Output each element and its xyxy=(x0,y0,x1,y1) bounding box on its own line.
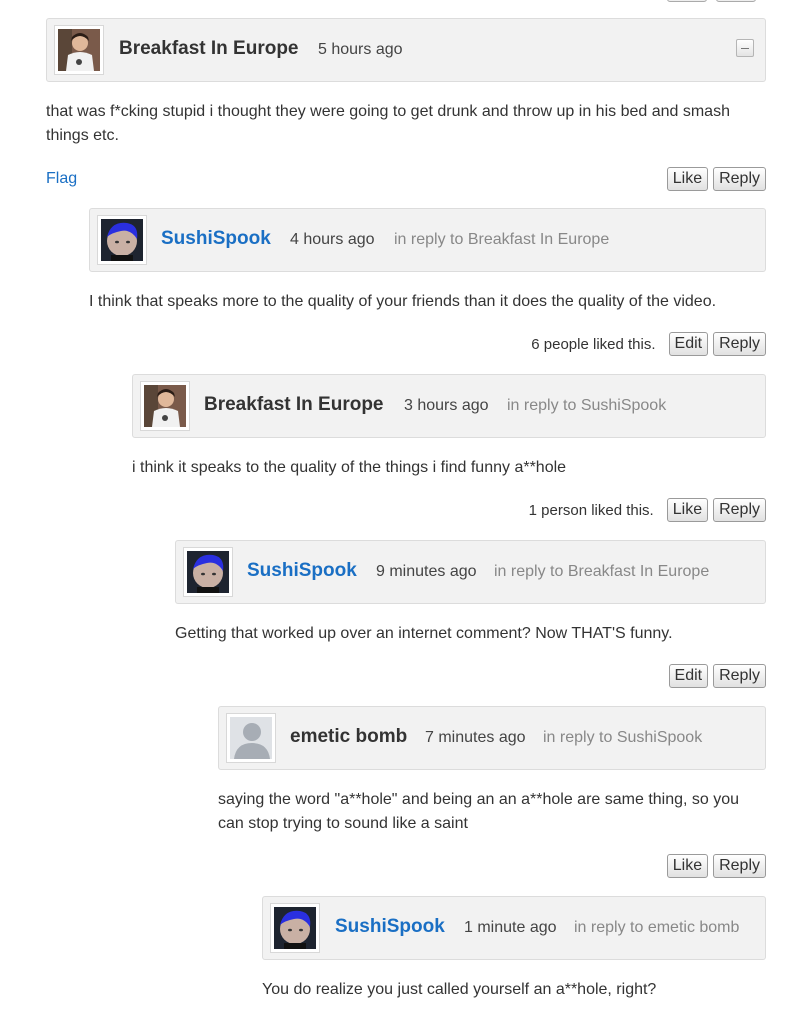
flag-link[interactable]: Flag xyxy=(46,170,77,188)
photo-avatar-sushi[interactable] xyxy=(97,215,147,265)
comment-header: Breakfast In Europe 5 hours ago xyxy=(46,18,766,82)
comment-time: 1 minute ago xyxy=(464,919,557,936)
comment-actions: Like Reply xyxy=(666,167,766,191)
comment-author[interactable]: Breakfast In Europe xyxy=(119,38,299,60)
in-reply-to[interactable]: in reply to Breakfast In Europe xyxy=(394,231,609,249)
likes-count[interactable]: 1 person liked this. xyxy=(529,502,654,519)
reply-button[interactable]: Reply xyxy=(713,167,766,191)
edit-button[interactable]: Edit xyxy=(668,664,709,688)
comment-header: Breakfast In Europe 3 hours ago in reply… xyxy=(132,374,766,438)
likes-count[interactable]: 6 people liked this. xyxy=(531,336,655,353)
comment: emetic bomb 7 minutes ago in reply to Su… xyxy=(218,706,766,896)
comment-text: saying the word "a**hole" and being an a… xyxy=(218,791,740,832)
comment: Breakfast In Europe 5 hours ago that was… xyxy=(46,18,766,198)
comment-time: 3 hours ago xyxy=(404,397,489,414)
clipped-like-button[interactable] xyxy=(667,0,707,2)
photo-avatar-breakfast[interactable] xyxy=(140,381,190,431)
comment-author[interactable]: SushiSpook xyxy=(161,228,271,250)
comment-actions: Like Reply xyxy=(666,854,766,878)
comment: SushiSpook 1 minute ago in reply to emet… xyxy=(262,896,766,1009)
comment-time: 5 hours ago xyxy=(318,41,403,58)
comment-actions: 6 people liked this. Edit Reply xyxy=(531,332,766,356)
photo-avatar-sushi[interactable] xyxy=(270,903,320,953)
comment-actions: 1 person liked this. Like Reply xyxy=(529,498,766,522)
comment-text: that was f*cking stupid i thought they w… xyxy=(46,103,730,144)
comment-header: SushiSpook 1 minute ago in reply to emet… xyxy=(262,896,766,960)
comment-time: 7 minutes ago xyxy=(425,729,526,746)
like-button[interactable]: Like xyxy=(666,167,709,191)
in-reply-to[interactable]: in reply to Breakfast In Europe xyxy=(494,563,709,581)
comment-text: Getting that worked up over an internet … xyxy=(175,625,673,642)
clipped-reply-button[interactable] xyxy=(716,0,756,2)
comment-text: i think it speaks to the quality of the … xyxy=(132,459,567,476)
collapse-icon[interactable] xyxy=(736,39,754,57)
photo-avatar-breakfast[interactable] xyxy=(54,25,104,75)
comment-author[interactable]: emetic bomb xyxy=(290,726,407,748)
comment-header: SushiSpook 9 minutes ago in reply to Bre… xyxy=(175,540,766,604)
default-user-avatar[interactable] xyxy=(226,713,276,763)
comment-text: You do realize you just called yourself … xyxy=(262,981,657,998)
like-button[interactable]: Like xyxy=(666,498,709,522)
comment-author[interactable]: Breakfast In Europe xyxy=(204,394,384,416)
edit-button[interactable]: Edit xyxy=(668,332,709,356)
in-reply-to[interactable]: in reply to SushiSpook xyxy=(507,397,666,415)
comment-text: I think that speaks more to the quality … xyxy=(89,293,717,310)
comment: Breakfast In Europe 3 hours ago in reply… xyxy=(132,374,766,534)
reply-button[interactable]: Reply xyxy=(713,854,766,878)
comment-time: 9 minutes ago xyxy=(376,563,477,580)
comment: SushiSpook 9 minutes ago in reply to Bre… xyxy=(175,540,766,700)
like-button[interactable]: Like xyxy=(666,854,709,878)
comment-time: 4 hours ago xyxy=(290,231,375,248)
reply-button[interactable]: Reply xyxy=(713,664,766,688)
in-reply-to[interactable]: in reply to emetic bomb xyxy=(574,919,739,937)
comment-header: SushiSpook 4 hours ago in reply to Break… xyxy=(89,208,766,272)
in-reply-to[interactable]: in reply to SushiSpook xyxy=(543,729,702,747)
comment-author[interactable]: SushiSpook xyxy=(335,916,445,938)
comment: SushiSpook 4 hours ago in reply to Break… xyxy=(89,208,766,368)
photo-avatar-sushi[interactable] xyxy=(183,547,233,597)
reply-button[interactable]: Reply xyxy=(713,498,766,522)
reply-button[interactable]: Reply xyxy=(713,332,766,356)
comment-header: emetic bomb 7 minutes ago in reply to Su… xyxy=(218,706,766,770)
comment-author[interactable]: SushiSpook xyxy=(247,560,357,582)
comment-actions: Edit Reply xyxy=(668,664,766,688)
